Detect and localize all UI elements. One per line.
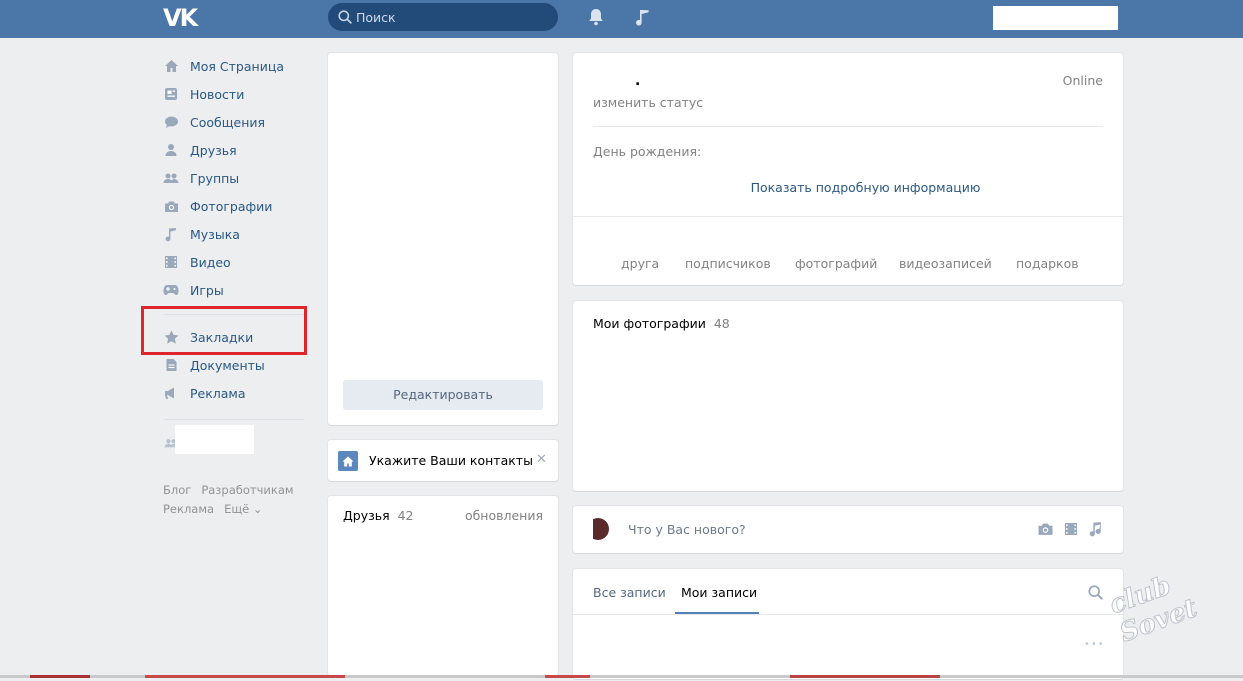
news-icon — [163, 86, 179, 102]
sidebar-item-friends[interactable]: Друзья — [160, 136, 310, 164]
sidebar-item-my-page[interactable]: Моя Страница — [160, 52, 310, 80]
avatar-mask — [585, 516, 593, 542]
wall-card: Все записи Мои записи ••• — [573, 569, 1123, 679]
sidebar-item-group-link[interactable] — [160, 425, 310, 458]
friends-card: Друзья 42 обновления — [328, 496, 558, 676]
photos-title[interactable]: Мои фотографии 48 — [593, 316, 730, 331]
post-box: Что у Вас нового? — [573, 506, 1123, 553]
sidebar-item-ads[interactable]: Реклама — [160, 379, 310, 407]
sidebar-item-music[interactable]: Музыка — [160, 220, 310, 248]
sidebar-item-games[interactable]: Игры — [160, 276, 310, 304]
sidebar-item-messages[interactable]: Сообщения — [160, 108, 310, 136]
sidebar-item-label: Новости — [190, 86, 245, 102]
video-icon — [163, 254, 179, 270]
sidebar-item-groups[interactable]: Группы — [160, 164, 310, 192]
counter-photos[interactable]: фотографий — [795, 256, 877, 271]
sidebar-item-label: Группы — [190, 170, 240, 186]
sidebar-item-photos[interactable]: Фотографии — [160, 192, 310, 220]
online-status: Online — [1062, 73, 1103, 88]
contacts-card: Укажите Ваши контакты ✕ — [328, 440, 558, 481]
counter-friends[interactable]: друга — [621, 256, 659, 271]
profile-info-card: . Online изменить статус День рождения: … — [573, 53, 1123, 285]
music-icon[interactable] — [1088, 521, 1103, 540]
show-details-link[interactable]: Показать подробную информацию — [573, 180, 1158, 195]
music-icon[interactable] — [632, 7, 652, 30]
footer-developers-link[interactable]: Разработчикам — [201, 483, 293, 497]
divider — [573, 614, 1123, 615]
search-input[interactable] — [356, 3, 546, 31]
groups-icon — [163, 170, 179, 186]
sidebar-item-label: Игры — [190, 282, 224, 298]
edit-profile-button[interactable]: Редактировать — [343, 380, 543, 410]
watermark-logo: club Sovet — [1105, 570, 1202, 649]
counter-followers[interactable]: подписчиков — [685, 256, 771, 271]
document-icon — [163, 357, 179, 373]
sidebar-divider — [164, 419, 304, 420]
photos-count: 48 — [713, 316, 730, 331]
friends-icon — [163, 142, 179, 158]
sidebar-item-label: Моя Страница — [190, 58, 284, 74]
birthday-label: День рождения: — [593, 144, 702, 159]
sidebar-item-label: Фотографии — [190, 198, 273, 214]
footer-ads-link[interactable]: Реклама — [163, 502, 214, 516]
search-icon — [338, 10, 352, 27]
camera-icon — [163, 198, 179, 214]
redacted-box — [175, 425, 254, 454]
sidebar-item-label: Друзья — [190, 142, 237, 158]
contacts-prompt[interactable]: Укажите Ваши контакты — [369, 453, 533, 468]
footer-more-link[interactable]: Ещё ⌄ — [224, 502, 262, 516]
sidebar-footer: Блог Разработчикам Реклама Ещё ⌄ — [163, 481, 304, 519]
sidebar-item-label: Музыка — [190, 226, 240, 242]
sidebar-item-label: Реклама — [190, 385, 246, 401]
ads-icon — [163, 385, 179, 401]
sidebar-item-label: Видео — [190, 254, 231, 270]
divider — [573, 216, 1123, 217]
close-icon[interactable]: ✕ — [536, 452, 547, 467]
home-contact-icon — [338, 451, 358, 471]
video-icon[interactable] — [1064, 522, 1078, 539]
new-post-input[interactable]: Что у Вас нового? — [628, 522, 746, 537]
photos-title-label: Мои фотографии — [593, 316, 706, 331]
bookmarks-highlight-frame — [141, 306, 307, 355]
messages-icon — [163, 114, 179, 130]
counter-videos[interactable]: видеозаписей — [899, 256, 992, 271]
music-icon — [163, 226, 179, 242]
vk-logo[interactable]: VK — [163, 4, 198, 32]
photos-card: Мои фотографии 48 — [573, 301, 1123, 491]
sidebar-item-video[interactable]: Видео — [160, 248, 310, 276]
change-status-link[interactable]: изменить статус — [593, 95, 703, 110]
footer-blog-link[interactable]: Блог — [163, 483, 191, 497]
bell-icon[interactable] — [586, 7, 606, 30]
top-bar: VK — [0, 0, 1243, 38]
user-menu[interactable] — [993, 6, 1118, 30]
search-icon[interactable] — [1088, 585, 1103, 603]
games-icon — [163, 282, 179, 298]
camera-icon[interactable] — [1037, 522, 1054, 539]
friends-title[interactable]: Друзья 42 — [343, 508, 414, 523]
friends-title-label: Друзья — [343, 508, 390, 523]
avatar-card: Редактировать — [328, 53, 558, 425]
search-box[interactable] — [328, 3, 558, 31]
left-sidebar: Моя Страница Новости Сообщения Друзья Гр… — [160, 52, 310, 458]
sidebar-item-label: Сообщения — [190, 114, 266, 130]
friends-count: 42 — [397, 508, 414, 523]
sidebar-item-news[interactable]: Новости — [160, 80, 310, 108]
sidebar-item-label: Документы — [190, 357, 265, 373]
profile-name: . — [635, 73, 641, 89]
more-actions-icon[interactable]: ••• — [1084, 639, 1105, 650]
counter-gifts[interactable]: подарков — [1016, 256, 1079, 271]
divider — [593, 126, 1103, 127]
home-icon — [163, 58, 179, 74]
tab-all-posts[interactable]: Все записи — [593, 585, 666, 600]
sidebar-item-documents[interactable]: Документы — [160, 351, 310, 379]
tab-my-posts[interactable]: Мои записи — [681, 585, 757, 600]
friends-updates-link[interactable]: обновления — [465, 508, 543, 523]
